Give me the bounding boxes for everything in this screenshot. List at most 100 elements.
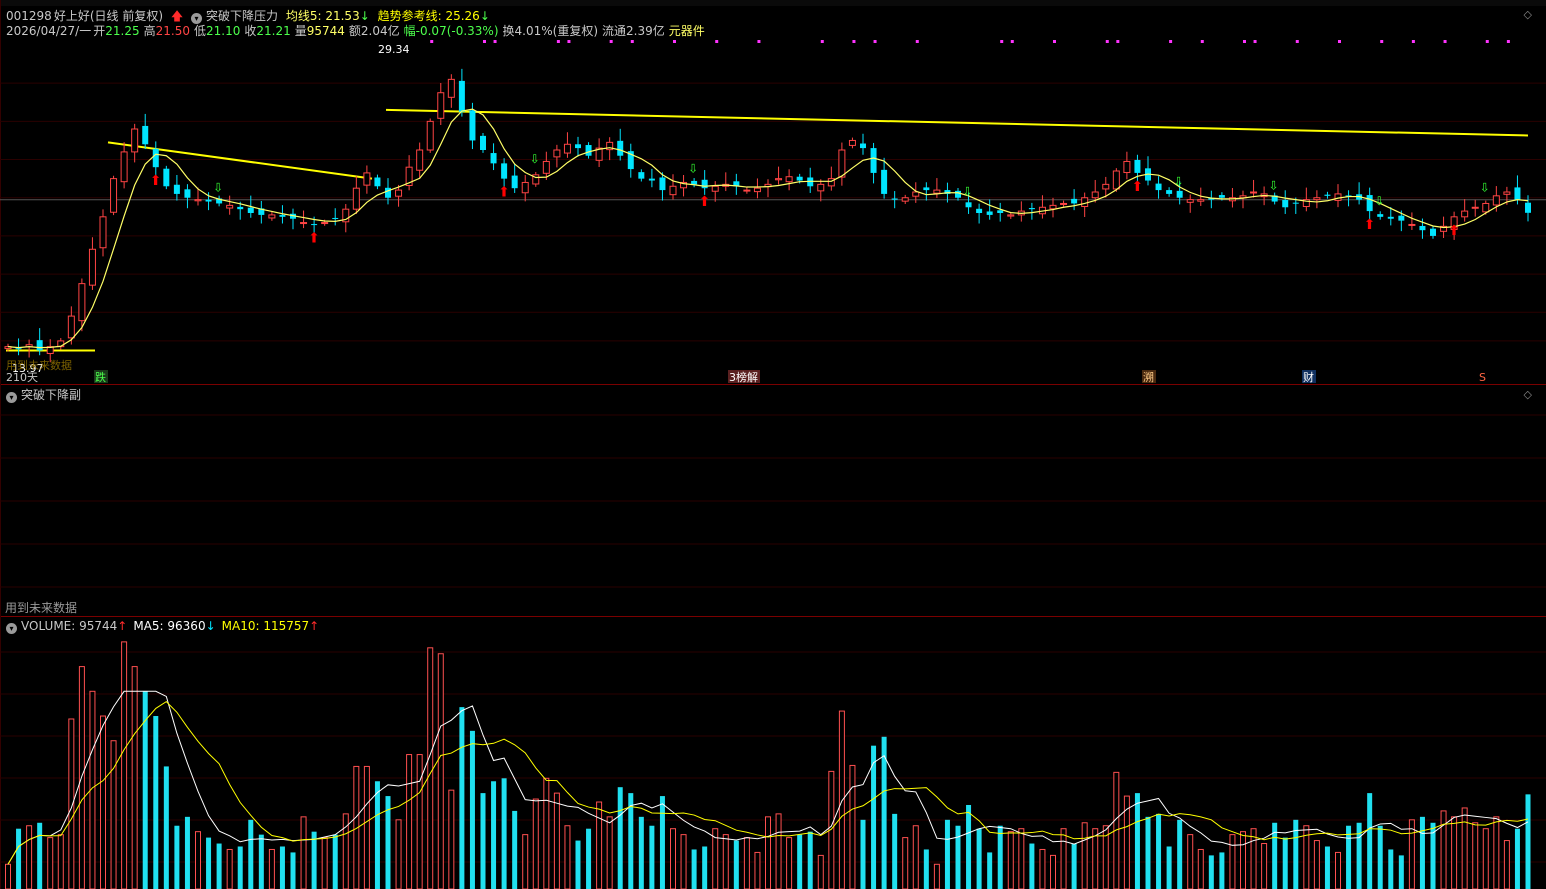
volume-bar (1461, 807, 1468, 889)
volume-bar (300, 816, 307, 889)
candle-body (775, 178, 783, 181)
volume-bar (448, 789, 455, 889)
candle-body (385, 187, 391, 198)
magenta-marker (567, 40, 571, 43)
volume-bar (586, 828, 592, 889)
candle-body (152, 148, 159, 168)
volume-bar (1187, 834, 1194, 889)
candle-body (553, 149, 561, 158)
candle-body (669, 185, 677, 196)
candle-body (131, 128, 139, 153)
volume-bar (279, 846, 285, 889)
candle-body (1408, 223, 1416, 226)
volume-bar (849, 764, 856, 889)
candle-body (1071, 198, 1078, 204)
candle-body (1471, 206, 1479, 209)
volume-bar (1503, 840, 1510, 889)
volume-bar (16, 828, 22, 889)
volume-bar (933, 863, 940, 889)
candle-body (1525, 202, 1531, 213)
magenta-marker (673, 40, 676, 43)
candle-body (691, 180, 698, 185)
volume-bar (1007, 831, 1014, 889)
event-markers[interactable]: 跌 3榜解 溯 财 S (94, 370, 1486, 384)
signal-down-arrow: ⇩ (688, 161, 698, 175)
volume-bar (258, 834, 264, 889)
volume-bar (902, 837, 909, 889)
volume-bar (1367, 793, 1373, 889)
kline-chart[interactable]: ⬆⬆⬆⬆⬆⬆⬆⬆⇩⇩⇩⇩⇩⇩⇩⇩ 29.34 13.97 用到未来数据 210天… (0, 0, 1546, 889)
volume-bar (1408, 819, 1415, 889)
magenta-marker (820, 40, 824, 43)
volume-bar (363, 765, 370, 889)
volume-bar (892, 813, 898, 889)
magenta-marker (1010, 40, 1014, 43)
volume-bar (5, 863, 11, 889)
magenta-marker (1380, 40, 1384, 43)
candle-body (458, 80, 465, 112)
magenta-marker (493, 40, 497, 43)
candle-body (1313, 197, 1321, 201)
candle-body (1197, 199, 1205, 202)
volume-bar (395, 819, 402, 889)
signal-up-arrow: ⬆ (308, 230, 320, 246)
signal-up-arrow: ⬆ (498, 185, 510, 201)
candle-body (563, 143, 571, 154)
volume-bar (1123, 795, 1130, 889)
candle-body (1218, 195, 1225, 198)
candle-body (501, 163, 508, 179)
candle-body (279, 214, 286, 217)
volume-bar (1388, 849, 1394, 889)
volume-bar (912, 825, 919, 889)
magenta-marker (1105, 40, 1109, 43)
candle-body (923, 187, 930, 191)
candle-body (469, 110, 476, 141)
candle-body (1176, 190, 1183, 198)
candle-body (205, 199, 212, 202)
volume-bar (37, 822, 43, 889)
volume-bar (100, 715, 106, 889)
days-label: 210天 (6, 371, 38, 384)
future-data-label: 用到未来数据 (6, 358, 72, 372)
candle-body (352, 187, 360, 210)
candle-body (247, 207, 254, 213)
trend-line (107, 141, 373, 180)
volume-bar (332, 834, 338, 889)
volume-bar (638, 816, 644, 889)
volume-bar (1282, 837, 1288, 889)
candle-body (542, 160, 550, 174)
volume-bar (743, 837, 750, 889)
candle-body (796, 176, 803, 181)
candle-body (1186, 199, 1194, 203)
volume-bar (311, 831, 317, 889)
candle-body (976, 208, 983, 213)
magenta-marker (1506, 40, 1510, 43)
candle-body (363, 172, 371, 186)
candle-body (300, 222, 308, 225)
volume-bar (131, 666, 138, 889)
trend-line (385, 108, 1529, 137)
candle-body (163, 168, 170, 187)
candle-body (711, 185, 719, 192)
signal-down-arrow: ⇩ (1174, 175, 1184, 189)
volume-bar (1156, 813, 1162, 889)
candle-body (374, 177, 381, 187)
volume-bar (216, 843, 222, 889)
candle-body (447, 78, 455, 98)
candle-body (860, 143, 866, 149)
candle-body (268, 214, 276, 219)
candle-body (575, 144, 581, 149)
candle-body (36, 340, 43, 351)
volume-bar (1346, 825, 1352, 889)
volume-bar (110, 740, 117, 889)
volume-bar (406, 754, 413, 889)
candle-body (585, 145, 592, 156)
volume-bar (1145, 816, 1151, 889)
candle-body (838, 149, 846, 178)
candle-body (142, 125, 149, 145)
magenta-marker (1411, 40, 1415, 43)
candle-body (743, 189, 751, 192)
volume-bar (1081, 822, 1088, 889)
volume-bar (206, 837, 212, 889)
candle-body (1366, 195, 1373, 212)
